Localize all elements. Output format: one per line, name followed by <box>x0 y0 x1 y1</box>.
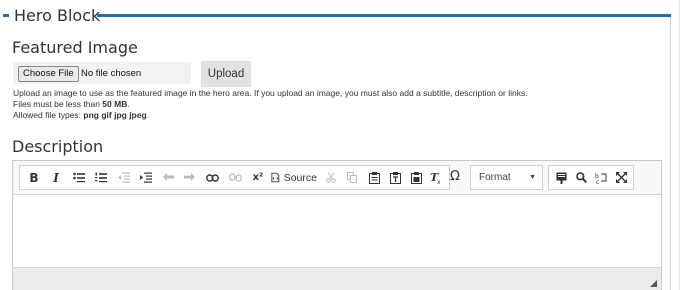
superscript-icon[interactable]: x² <box>249 166 267 189</box>
toolbar-group-tools: bc <box>548 165 634 190</box>
paste-word-icon[interactable] <box>407 166 425 189</box>
template-icon[interactable] <box>552 166 570 189</box>
source-icon <box>271 172 280 183</box>
featured-image-help-line1: Upload an image to use as the featured i… <box>13 88 528 98</box>
page-scrollbar-edge <box>679 0 680 290</box>
no-file-chosen-text: No file chosen <box>81 68 142 79</box>
source-label: Source <box>283 171 317 184</box>
replace-icon[interactable]: bc <box>592 166 610 189</box>
cut-icon[interactable] <box>323 166 339 189</box>
find-icon[interactable] <box>572 166 590 189</box>
choose-file-button[interactable]: Choose File <box>18 66 79 82</box>
featured-image-help-line3: Allowed file types: png gif jpg jpeg. <box>13 110 149 120</box>
description-title: Description <box>12 137 104 156</box>
source-button[interactable]: Source <box>271 166 317 189</box>
featured-image-title: Featured Image <box>12 38 138 57</box>
help-types-value: png gif jpg jpeg <box>83 110 147 120</box>
format-label: Format <box>479 172 511 183</box>
bulleted-list-icon[interactable] <box>70 166 88 189</box>
toolbar-group-main: B I x² Source T x <box>19 165 450 190</box>
special-char-icon[interactable]: Ω <box>446 165 464 188</box>
svg-text:c: c <box>596 179 599 184</box>
help-size-value: 50 MB <box>102 99 128 109</box>
hero-block-fieldset: Hero Block Featured Image Choose File No… <box>0 0 683 290</box>
italic-icon[interactable]: I <box>48 166 64 189</box>
maximize-icon[interactable] <box>612 166 630 189</box>
unlink-icon[interactable] <box>226 166 244 189</box>
featured-image-file-input[interactable]: Choose File No file chosen <box>13 62 191 84</box>
featured-image-help-line2: Files must be less than 50 MB. <box>13 99 130 109</box>
svg-text:x: x <box>437 179 441 184</box>
copy-icon[interactable] <box>344 166 360 189</box>
editor-toolbar: B I x² Source T x Ω Format ▼ b c <box>13 161 661 195</box>
legend-rule-left <box>3 14 9 17</box>
help-size-suffix: . <box>127 99 130 109</box>
link-icon[interactable] <box>203 166 221 189</box>
fieldset-border <box>670 17 671 290</box>
hero-block-legend: Hero Block <box>14 6 101 25</box>
paste-icon[interactable] <box>365 166 383 189</box>
help-size-prefix: Files must be less than <box>13 99 103 109</box>
numbered-list-icon[interactable] <box>92 166 110 189</box>
outdent-icon[interactable] <box>115 166 133 189</box>
description-editor: B I x² Source T x Ω Format ▼ b c <box>12 160 662 290</box>
upload-button[interactable]: Upload <box>201 61 251 87</box>
editor-content-area[interactable] <box>13 195 661 267</box>
undo-icon[interactable] <box>160 166 176 189</box>
indent-icon[interactable] <box>137 166 155 189</box>
paste-text-icon[interactable] <box>386 166 404 189</box>
help-types-prefix: Allowed file types: <box>13 110 84 120</box>
redo-icon[interactable] <box>181 166 197 189</box>
bold-icon[interactable]: B <box>26 166 42 189</box>
help-types-suffix: . <box>146 110 150 120</box>
remove-format-icon[interactable]: Tx <box>428 166 444 189</box>
chevron-down-icon: ▼ <box>529 174 536 181</box>
format-dropdown[interactable]: Format ▼ <box>470 165 543 190</box>
legend-rule-right <box>97 14 671 17</box>
editor-status-bar <box>13 267 661 290</box>
resize-handle-icon[interactable] <box>650 280 657 287</box>
